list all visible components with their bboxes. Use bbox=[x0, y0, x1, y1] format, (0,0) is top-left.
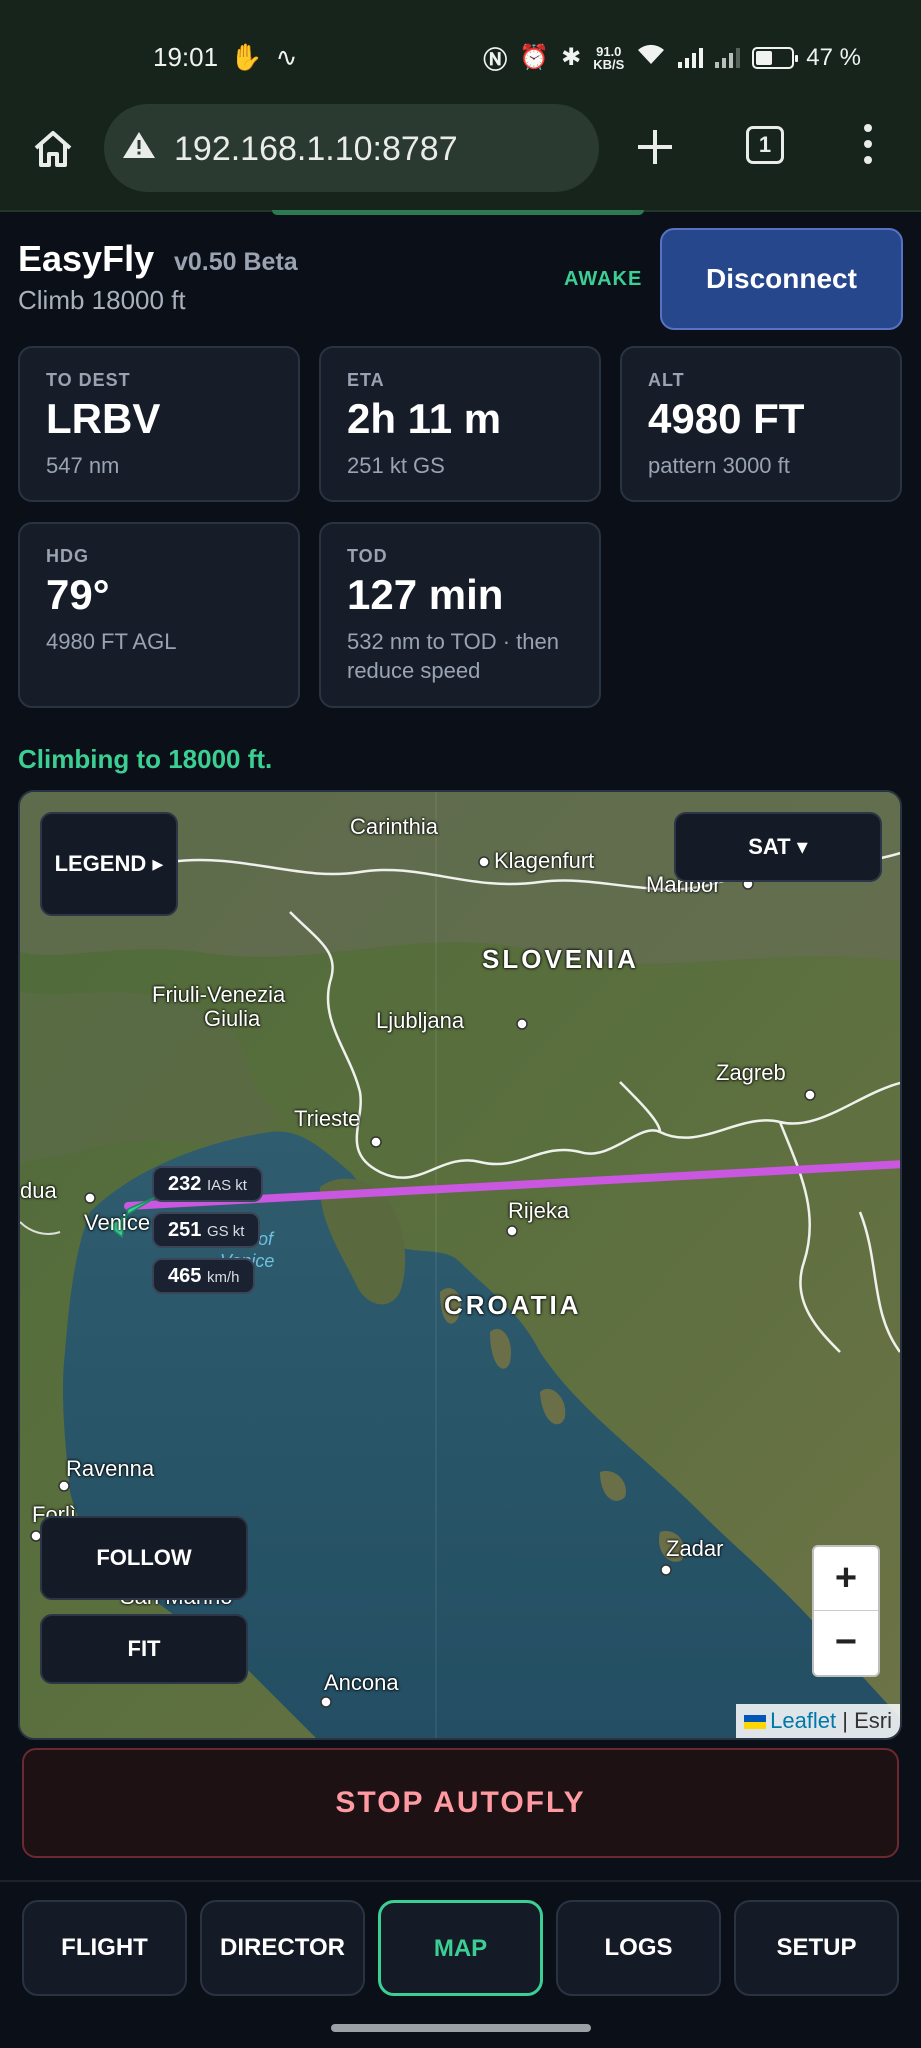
attribution-separator: | bbox=[836, 1708, 855, 1733]
nfc-icon: Ⓝ bbox=[483, 47, 508, 74]
map-attribution: Leaflet | Esri bbox=[736, 1704, 900, 1738]
map-label-slovenia: SLOVENIA bbox=[482, 944, 639, 974]
tab-logs[interactable]: LOGS bbox=[556, 1900, 721, 1996]
map-label-venice: Venice bbox=[84, 1210, 151, 1235]
map-label-ancona: Ancona bbox=[324, 1670, 399, 1695]
warning-icon bbox=[123, 132, 155, 158]
card-value: 4980 FT bbox=[648, 395, 805, 442]
map-view[interactable]: Carinthia Klagenfurt Maribor SLOVENIA Fr… bbox=[18, 790, 902, 1740]
card-to-dest: TO DEST LRBV 547 nm bbox=[18, 346, 300, 502]
kmh-unit: km/h bbox=[206, 1269, 240, 1286]
alarm-icon: ⏰ bbox=[519, 44, 550, 71]
more-menu-icon[interactable] bbox=[858, 124, 878, 170]
wifi-icon bbox=[636, 42, 666, 73]
card-label: ETA bbox=[347, 370, 385, 390]
notification-icons: ✋ ∿ bbox=[230, 42, 297, 73]
app-subtitle: Climb 18000 ft bbox=[18, 285, 186, 315]
battery-icon bbox=[752, 46, 799, 69]
map-label-zadar: Zadar bbox=[666, 1536, 724, 1561]
app-title: EasyFly bbox=[18, 238, 155, 279]
new-tab-icon[interactable] bbox=[632, 124, 678, 170]
hand-icon: ✋ bbox=[230, 42, 263, 72]
page-top-indicator bbox=[272, 210, 644, 215]
gs-value: 251 bbox=[168, 1219, 202, 1241]
card-value: LRBV bbox=[46, 395, 161, 442]
address-bar[interactable]: 192.168.1.10:8787 bbox=[104, 104, 599, 192]
map-label-klagenfurt: Klagenfurt bbox=[494, 848, 595, 873]
map-label-ljubljana: Ljubljana bbox=[376, 1008, 465, 1033]
card-sub: 4980 FT AGL bbox=[46, 629, 177, 654]
signal-icon bbox=[678, 47, 704, 68]
gesture-bar[interactable] bbox=[331, 2024, 591, 2032]
zoom-out-button[interactable]: − bbox=[814, 1611, 878, 1675]
signal-roaming-icon bbox=[715, 47, 741, 68]
ukraine-flag-icon bbox=[744, 1715, 767, 1729]
card-label: ALT bbox=[648, 370, 685, 390]
url-text: 192.168.1.10:8787 bbox=[174, 130, 458, 168]
card-alt: ALT 4980 FT pattern 3000 ft bbox=[620, 346, 902, 502]
map-label-trieste: Trieste bbox=[294, 1106, 361, 1131]
map-label-friuli-2: Giulia bbox=[204, 1006, 261, 1031]
kmh-pill: 465 km/h bbox=[152, 1258, 256, 1294]
status-time: 19:01 bbox=[153, 42, 219, 72]
card-sub: 251 kt GS bbox=[347, 453, 445, 478]
layer-select-button[interactable]: SAT ▾ bbox=[674, 812, 882, 882]
ias-unit: IAS kt bbox=[206, 1177, 247, 1194]
card-label: TOD bbox=[347, 546, 388, 566]
flight-status-message: Climbing to 18000 ft. bbox=[18, 744, 273, 774]
map-label-padua: dua bbox=[20, 1178, 57, 1203]
battery-percent: 47 % bbox=[806, 43, 861, 71]
esri-attribution: Esri bbox=[854, 1708, 892, 1733]
ias-pill: 232 IAS kt bbox=[152, 1166, 263, 1202]
leaflet-link[interactable]: Leaflet bbox=[770, 1708, 836, 1733]
home-icon[interactable] bbox=[30, 126, 76, 172]
net-speed: 91.0 KB/S bbox=[593, 45, 624, 71]
map-label-croatia: CROATIA bbox=[444, 1290, 582, 1320]
stop-autofly-button[interactable]: STOP AUTOFLY bbox=[22, 1748, 899, 1858]
map-label-ravenna: Ravenna bbox=[66, 1456, 155, 1481]
status-bar: 19:01 ✋ ∿ Ⓝ ⏰ ✱ 91.0 KB/S 47 % bbox=[0, 0, 921, 104]
map-label-friuli-1: Friuli-Venezia bbox=[152, 982, 286, 1007]
map-label-zagreb: Zagreb bbox=[716, 1060, 786, 1085]
card-eta: ETA 2h 11 m 251 kt GS bbox=[319, 346, 601, 502]
map-label-carinthia: Carinthia bbox=[350, 814, 439, 839]
browser-toolbar: 192.168.1.10:8787 1 bbox=[0, 104, 921, 212]
follow-button[interactable]: FOLLOW bbox=[40, 1516, 248, 1600]
card-value: 127 min bbox=[347, 571, 504, 618]
tab-director[interactable]: DIRECTOR bbox=[200, 1900, 365, 1996]
gs-unit: GS kt bbox=[206, 1223, 245, 1240]
map-label-rijeka: Rijeka bbox=[508, 1198, 570, 1223]
tab-switcher-button[interactable]: 1 bbox=[746, 126, 784, 164]
card-sub: pattern 3000 ft bbox=[648, 453, 790, 478]
card-label: HDG bbox=[46, 546, 89, 566]
bluetooth-icon: ✱ bbox=[561, 44, 582, 71]
disconnect-button[interactable]: Disconnect bbox=[660, 228, 903, 330]
card-sub: 547 nm bbox=[46, 453, 120, 478]
bottom-nav: FLIGHT DIRECTOR MAP LOGS SETUP bbox=[0, 1880, 921, 2048]
net-speed-unit: KB/S bbox=[593, 56, 625, 72]
gs-pill: 251 GS kt bbox=[152, 1212, 261, 1248]
system-icons: Ⓝ ⏰ ✱ 91.0 KB/S 47 % bbox=[483, 40, 861, 75]
app-version: v0.50 Beta bbox=[174, 248, 298, 276]
kmh-value: 465 bbox=[168, 1265, 202, 1287]
zoom-in-button[interactable]: + bbox=[814, 1547, 878, 1611]
fit-button[interactable]: FIT bbox=[40, 1614, 248, 1684]
card-tod: TOD 127 min 532 nm to TOD · then reduce … bbox=[319, 522, 601, 708]
zoom-control: + − bbox=[812, 1545, 880, 1677]
waveform-icon: ∿ bbox=[275, 42, 298, 72]
card-label: TO DEST bbox=[46, 370, 131, 390]
card-value: 79° bbox=[46, 571, 110, 618]
card-sub: 532 nm to TOD · then reduce speed bbox=[347, 629, 559, 683]
legend-button[interactable]: LEGEND ▸ bbox=[40, 812, 178, 916]
tab-setup[interactable]: SETUP bbox=[734, 1900, 899, 1996]
awake-badge: AWAKE bbox=[564, 268, 643, 290]
card-hdg: HDG 79° 4980 FT AGL bbox=[18, 522, 300, 708]
tab-map[interactable]: MAP bbox=[378, 1900, 543, 1996]
ias-value: 232 bbox=[168, 1173, 202, 1195]
card-value: 2h 11 m bbox=[347, 395, 502, 442]
tab-flight[interactable]: FLIGHT bbox=[22, 1900, 187, 1996]
net-speed-value: 91.0 bbox=[596, 43, 622, 59]
